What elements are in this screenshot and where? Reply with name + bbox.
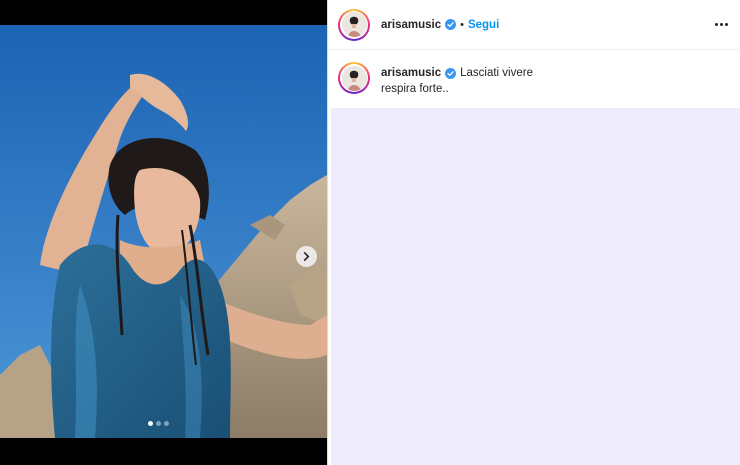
caption-username[interactable]: arisamusic — [381, 65, 441, 81]
post-photo[interactable] — [0, 25, 327, 438]
caption-text-line2: respira forte.. — [381, 83, 449, 95]
caption-comment: arisamusic Lasciati vivere respira forte… — [328, 50, 740, 108]
verified-badge-icon — [445, 67, 457, 79]
carousel-indicator — [148, 421, 169, 426]
separator-dot: • — [460, 18, 464, 31]
carousel-dot-active — [148, 421, 153, 426]
photo-illustration — [0, 25, 327, 438]
post-media — [0, 0, 327, 465]
avatar-image — [341, 65, 367, 91]
avatar-image — [341, 12, 367, 37]
username[interactable]: arisamusic — [381, 19, 441, 31]
post-side-panel: arisamusic • Segui arisamusic Lasciati v… — [327, 0, 740, 465]
verified-badge-icon — [445, 19, 457, 30]
avatar[interactable] — [338, 8, 370, 41]
carousel-dot — [164, 421, 169, 426]
carousel-next-button[interactable] — [296, 246, 317, 267]
caption-text: Lasciati vivere — [460, 67, 533, 79]
follow-button[interactable]: Segui — [468, 19, 499, 31]
more-options-icon[interactable] — [715, 23, 728, 26]
chevron-right-icon — [303, 252, 310, 261]
comments-area — [331, 108, 740, 465]
caption-avatar[interactable] — [338, 62, 370, 94]
carousel-dot — [156, 421, 161, 426]
post-header: arisamusic • Segui — [328, 0, 740, 50]
